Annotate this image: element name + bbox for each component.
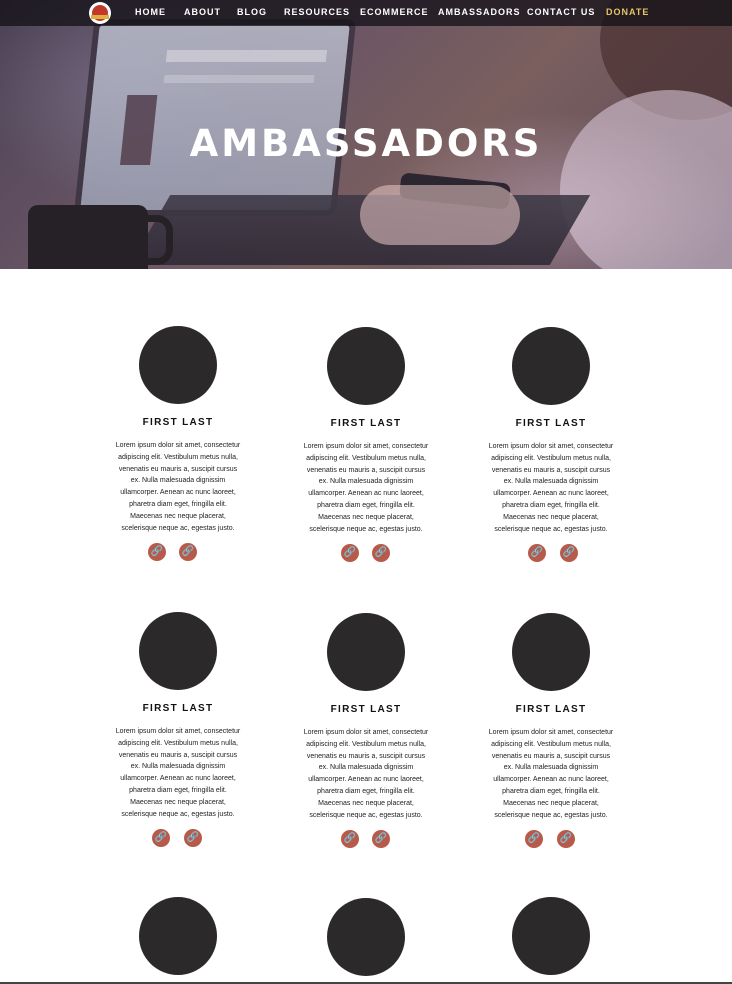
link-icon[interactable]: 🔗: [372, 544, 390, 563]
ambassador-name: FIRST LAST: [515, 704, 587, 715]
hero-sleeve: [560, 90, 732, 269]
page-title: AMBASSADORS: [189, 122, 543, 165]
nav-home[interactable]: HOME: [135, 7, 166, 17]
nav-resources[interactable]: RESOURCES: [284, 7, 350, 17]
nav-donate[interactable]: DONATE: [606, 7, 649, 17]
hero-hand: [360, 185, 520, 245]
ambassador-card: FIRST LAST Lorem ipsum dolor sit amet, c…: [481, 327, 621, 563]
ambassador-card: FIRST LAST Lorem ipsum dolor sit amet, c…: [108, 612, 248, 848]
link-icon[interactable]: 🔗: [528, 544, 546, 563]
site-logo[interactable]: [89, 2, 111, 24]
ambassador-links: 🔗 🔗: [296, 544, 436, 563]
ambassador-bio: Lorem ipsum dolor sit amet, consectetur …: [488, 729, 614, 819]
link-icon[interactable]: 🔗: [341, 830, 359, 849]
avatar: [512, 327, 590, 405]
hero-mug: [28, 205, 148, 269]
nav-ambassadors[interactable]: AMBASSADORS: [438, 7, 521, 17]
avatar: [327, 327, 405, 405]
avatar: [512, 897, 590, 975]
hero-laptop-screen: [80, 25, 350, 210]
ambassador-bio: Lorem ipsum dolor sit amet, consectetur …: [303, 443, 429, 533]
link-icon[interactable]: 🔗: [341, 544, 359, 563]
hero-keyboard: [129, 195, 591, 265]
ambassador-card: FIRST LAST Lorem ipsum dolor sit amet, c…: [296, 613, 436, 849]
link-icon[interactable]: 🔗: [525, 830, 543, 849]
ambassador-name: FIRST LAST: [142, 417, 214, 428]
ambassador-bio: Lorem ipsum dolor sit amet, consectetur …: [115, 442, 241, 532]
ambassador-links: 🔗 🔗: [108, 829, 248, 848]
link-icon[interactable]: 🔗: [372, 830, 390, 849]
link-icon[interactable]: 🔗: [179, 543, 197, 562]
link-icon[interactable]: 🔗: [560, 544, 578, 563]
avatar: [139, 612, 217, 690]
hero-banner: AMBASSADORS: [0, 0, 732, 269]
link-icon[interactable]: 🔗: [184, 829, 202, 848]
ambassador-card: FIRST LAST Lorem ipsum dolor sit amet, c…: [296, 327, 436, 563]
avatar: [512, 613, 590, 691]
nav-ecommerce[interactable]: ECOMMERCE: [360, 7, 429, 17]
link-icon[interactable]: 🔗: [152, 829, 170, 848]
avatar: [327, 613, 405, 691]
nav-about[interactable]: ABOUT: [184, 7, 221, 17]
nav-contact-us[interactable]: CONTACT US: [527, 7, 595, 17]
ambassador-bio: Lorem ipsum dolor sit amet, consectetur …: [115, 728, 241, 818]
ambassador-card: FIRST LAST Lorem ipsum dolor sit amet, c…: [108, 326, 248, 562]
ambassador-name: FIRST LAST: [330, 704, 402, 715]
link-icon[interactable]: 🔗: [148, 543, 166, 562]
ambassador-links: 🔗 🔗: [481, 830, 621, 849]
top-navbar: HOME ABOUT BLOG RESOURCES ECOMMERCE AMBA…: [0, 0, 732, 26]
ambassador-bio: Lorem ipsum dolor sit amet, consectetur …: [303, 729, 429, 819]
avatar: [139, 326, 217, 404]
link-icon[interactable]: 🔗: [557, 830, 575, 849]
ambassador-links: 🔗 🔗: [108, 543, 248, 562]
ambassador-links: 🔗 🔗: [481, 544, 621, 563]
ambassador-name: FIRST LAST: [515, 418, 587, 429]
ambassador-card: [296, 898, 436, 976]
ambassador-bio: Lorem ipsum dolor sit amet, consectetur …: [488, 443, 614, 533]
hero-mug-handle: [140, 215, 173, 265]
ambassador-name: FIRST LAST: [142, 703, 214, 714]
ambassador-card: [481, 897, 621, 975]
avatar: [327, 898, 405, 976]
ambassador-card: [108, 897, 248, 975]
nav-blog[interactable]: BLOG: [237, 7, 267, 17]
ambassador-card: FIRST LAST Lorem ipsum dolor sit amet, c…: [481, 613, 621, 849]
ambassador-name: FIRST LAST: [330, 418, 402, 429]
avatar: [139, 897, 217, 975]
ambassador-links: 🔗 🔗: [296, 830, 436, 849]
